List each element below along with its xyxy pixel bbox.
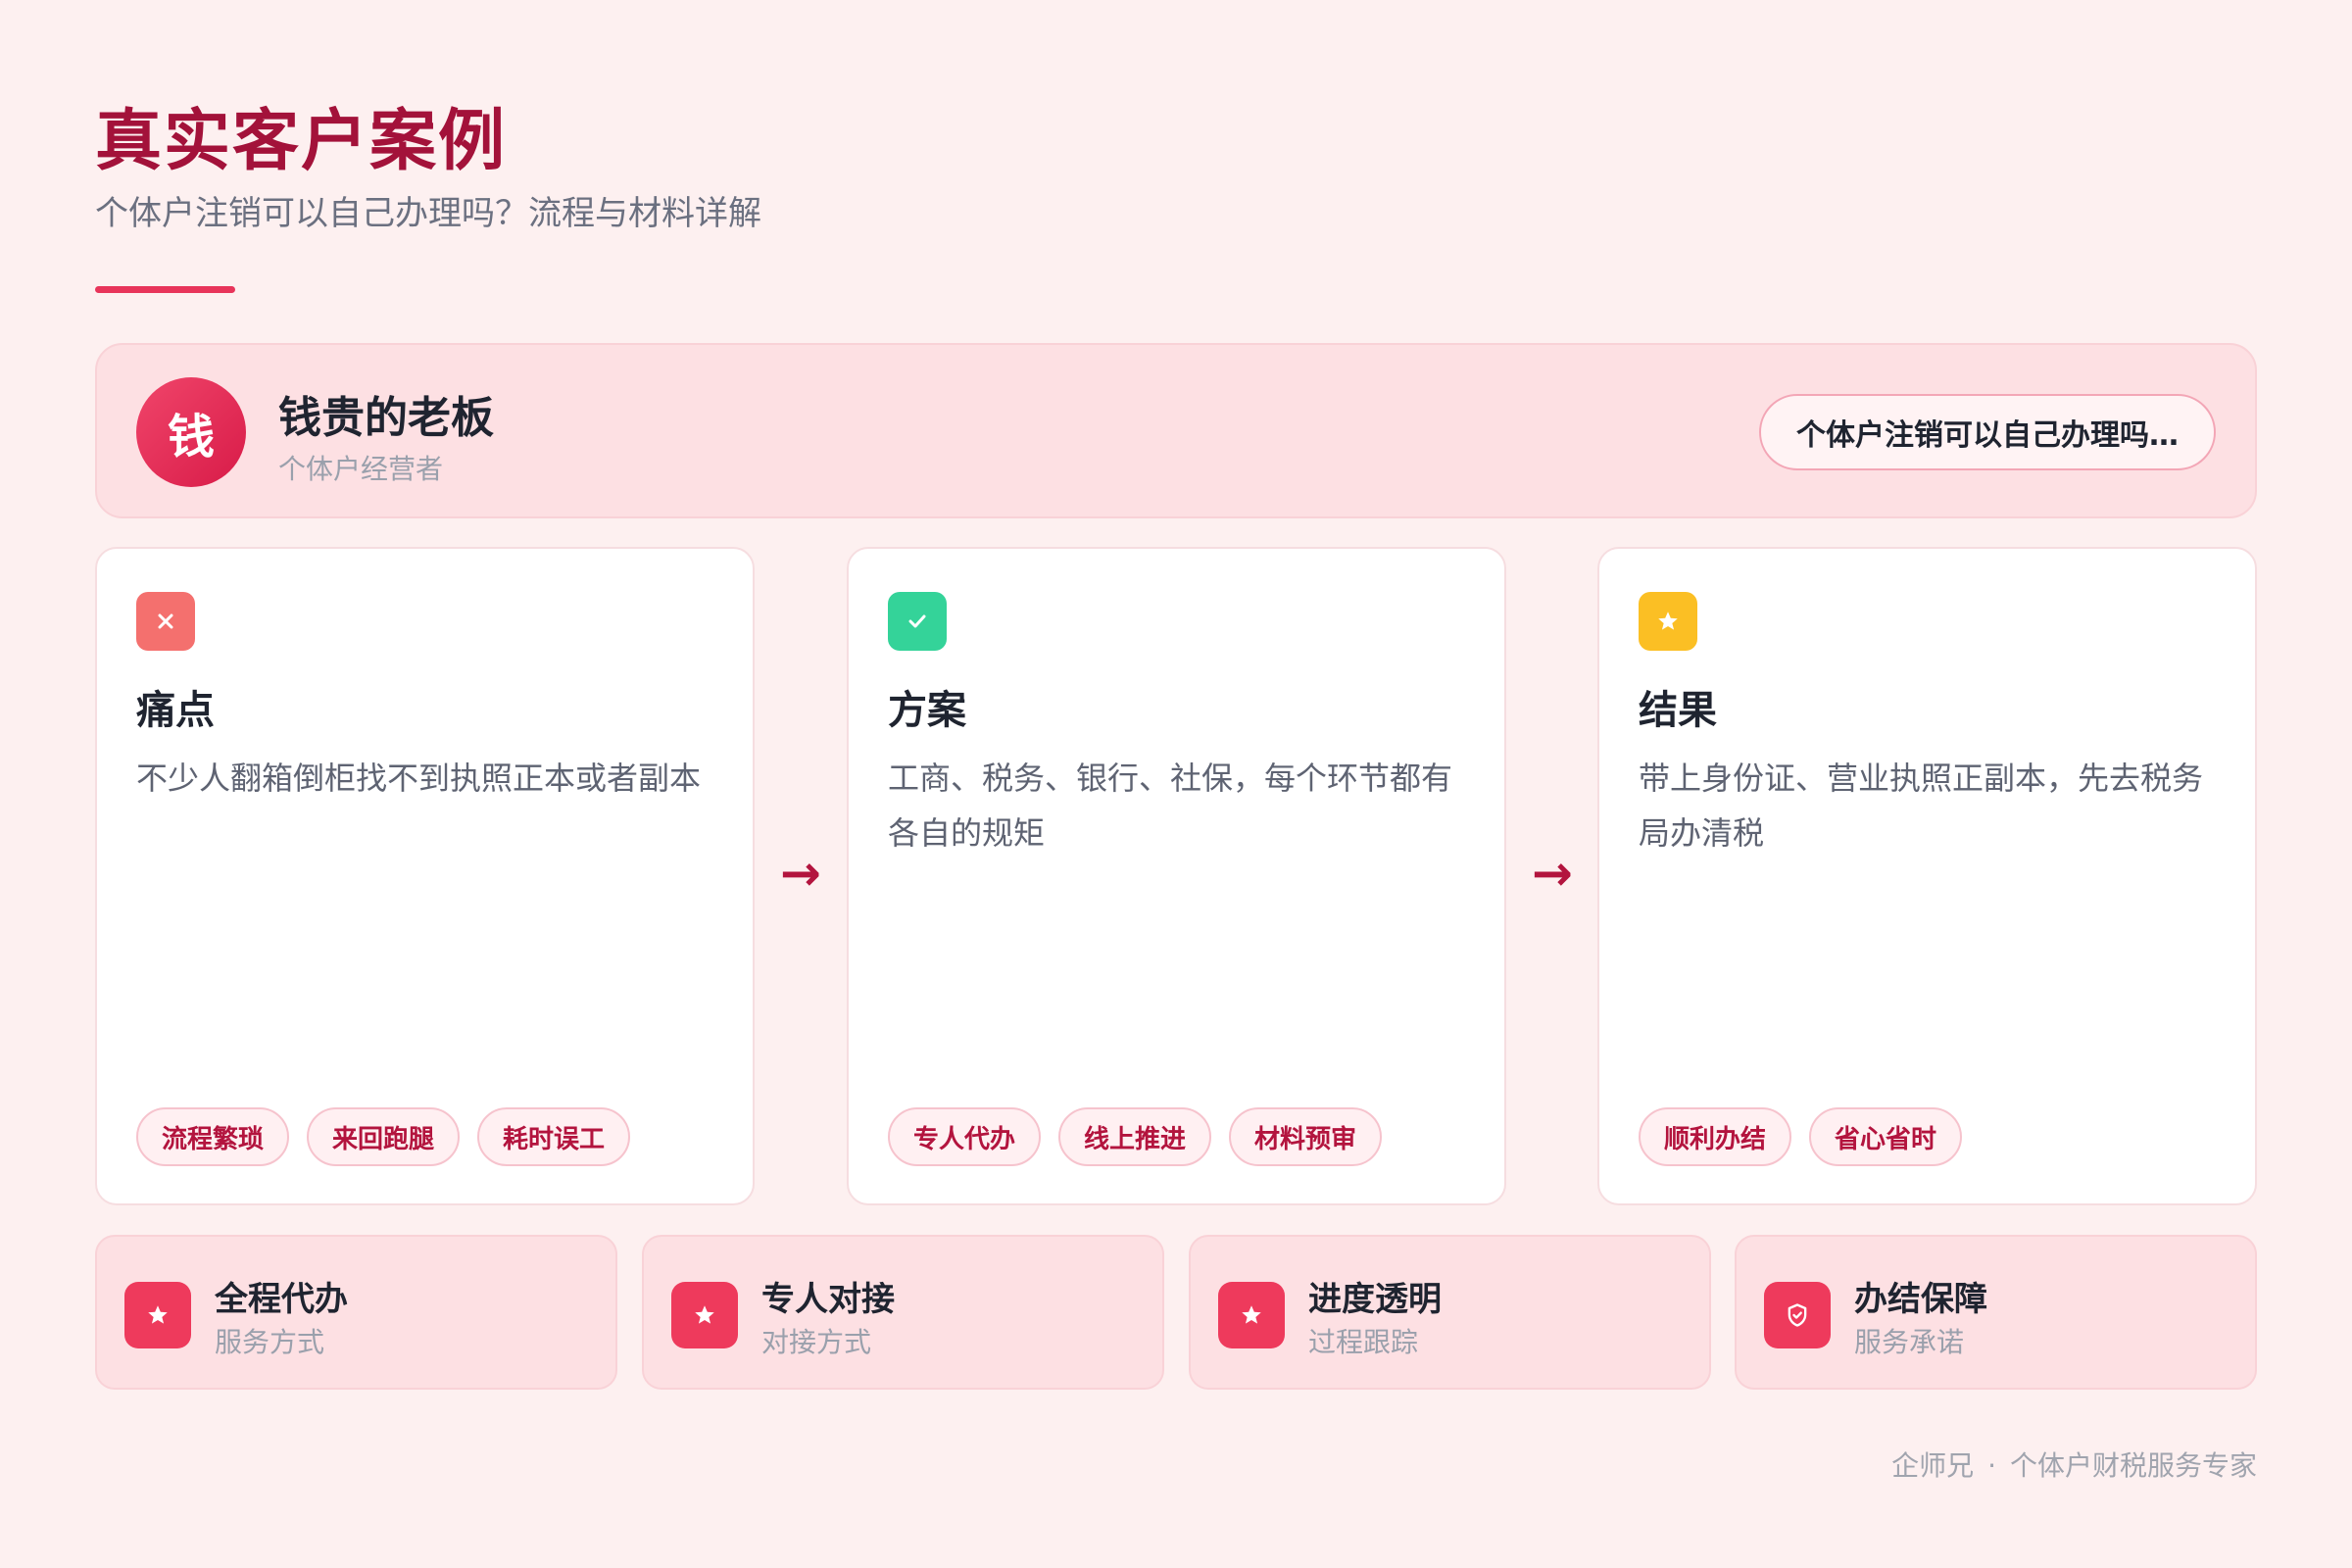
feature-title: 全程代办 xyxy=(215,1280,348,1319)
star-icon xyxy=(1639,592,1697,651)
tag: 耗时误工 xyxy=(477,1107,631,1166)
shield-check-icon xyxy=(1764,1282,1831,1348)
footer-brand: 企师兄 xyxy=(1891,1449,1975,1482)
tag: 专人代办 xyxy=(888,1107,1042,1166)
step-card-result: 结果 带上身份证、营业执照正副本，先去税务局办清税 顺利办结 省心省时 xyxy=(1597,547,2257,1205)
step-card-solution: 方案 工商、税务、银行、社保，每个环节都有各自的规矩 专人代办 线上推进 材料预… xyxy=(847,547,1506,1205)
tag: 材料预审 xyxy=(1229,1107,1383,1166)
customer-name: 钱贵的老板 xyxy=(278,393,494,443)
tag: 顺利办结 xyxy=(1639,1107,1792,1166)
arrow-right-icon: → xyxy=(780,845,821,902)
step-description: 工商、税务、银行、社保，每个环节都有各自的规矩 xyxy=(888,760,1453,852)
feature-subtitle: 过程跟踪 xyxy=(1308,1326,1419,1358)
step-title: 方案 xyxy=(888,688,966,733)
tag: 流程繁琐 xyxy=(136,1107,290,1166)
page-subtitle: 个体户注销可以自己办理吗？流程与材料详解 xyxy=(95,194,761,233)
feature-title: 进度透明 xyxy=(1308,1280,1442,1319)
tag-list: 流程繁琐 来回跑腿 耗时误工 xyxy=(136,1107,631,1166)
feature-subtitle: 对接方式 xyxy=(761,1326,872,1358)
tag-list: 专人代办 线上推进 材料预审 xyxy=(888,1107,1383,1166)
page-title: 真实客户案例 xyxy=(95,103,508,180)
footer-separator: · xyxy=(1987,1449,1996,1482)
close-icon xyxy=(136,592,195,651)
step-description: 不少人翻箱倒柜找不到执照正本或者副本 xyxy=(136,760,702,797)
tag: 线上推进 xyxy=(1058,1107,1212,1166)
footer-tagline: 个体户财税服务专家 xyxy=(2009,1449,2257,1482)
star-icon xyxy=(124,1282,191,1348)
feature-subtitle: 服务承诺 xyxy=(1854,1326,1965,1358)
feature-title: 办结保障 xyxy=(1854,1280,1987,1319)
feature-progress-transparency: 进度透明 过程跟踪 xyxy=(1189,1235,1711,1390)
tag-list: 顺利办结 省心省时 xyxy=(1639,1107,1963,1166)
feature-subtitle: 服务方式 xyxy=(215,1326,325,1358)
page: 真实客户案例 个体户注销可以自己办理吗？流程与材料详解 钱 钱贵的老板 个体户经… xyxy=(95,0,2257,1568)
topic-pill-button[interactable]: 个体户注销可以自己办理吗… xyxy=(1759,394,2216,470)
title-accent-bar xyxy=(95,286,235,293)
feature-full-service: 全程代办 服务方式 xyxy=(95,1235,617,1390)
check-icon xyxy=(888,592,947,651)
arrow-right-icon: → xyxy=(1532,845,1573,902)
step-card-pain-point: 痛点 不少人翻箱倒柜找不到执照正本或者副本 流程繁琐 来回跑腿 耗时误工 xyxy=(95,547,755,1205)
star-icon xyxy=(671,1282,738,1348)
feature-dedicated-contact: 专人对接 对接方式 xyxy=(642,1235,1164,1390)
tag: 来回跑腿 xyxy=(307,1107,461,1166)
customer-profile-banner: 钱 钱贵的老板 个体户经营者 个体户注销可以自己办理吗… xyxy=(95,343,2257,518)
step-title: 痛点 xyxy=(136,688,215,733)
feature-title: 专人对接 xyxy=(761,1280,895,1319)
step-description: 带上身份证、营业执照正副本，先去税务局办清税 xyxy=(1639,760,2204,852)
footer: 企师兄 · 个体户财税服务专家 xyxy=(1891,1445,2257,1484)
step-title: 结果 xyxy=(1639,688,1717,733)
customer-role: 个体户经营者 xyxy=(278,453,444,485)
star-icon xyxy=(1218,1282,1285,1348)
tag: 省心省时 xyxy=(1809,1107,1963,1166)
feature-completion-guarantee: 办结保障 服务承诺 xyxy=(1735,1235,2257,1390)
avatar: 钱 xyxy=(136,377,246,487)
